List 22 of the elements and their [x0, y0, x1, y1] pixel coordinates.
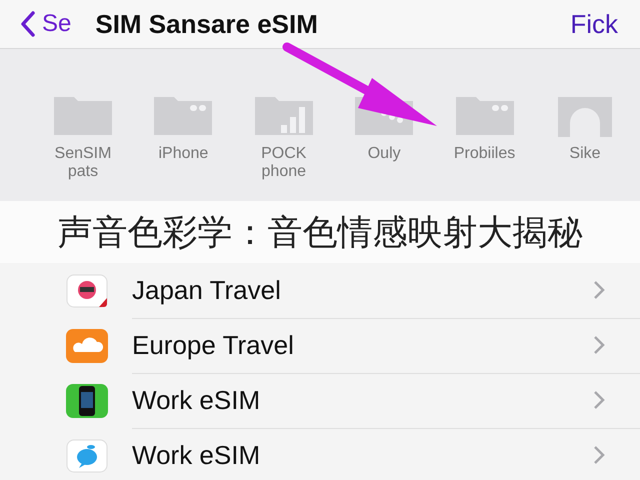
app-icon — [66, 274, 108, 308]
phone-icon — [66, 384, 108, 418]
list-row[interactable]: Work eSIM — [0, 373, 640, 428]
chevron-right-icon — [592, 334, 606, 356]
list-row[interactable]: Work eSIM — [0, 428, 640, 480]
shelf-item[interactable]: Probiiles — [440, 93, 530, 181]
list-row[interactable]: Europe Travel — [0, 318, 640, 373]
chevron-right-icon — [592, 279, 606, 301]
shelf-item[interactable]: SenSIM pats — [38, 93, 128, 181]
back-button[interactable]: Se — [20, 10, 72, 38]
chevron-left-icon — [20, 11, 36, 37]
done-button[interactable]: Fick — [570, 8, 618, 40]
chevron-right-icon — [592, 444, 606, 466]
shelf-item[interactable]: iPhone — [138, 93, 228, 181]
list-row[interactable]: Japan Travel — [0, 263, 640, 318]
screen-title: SIM Sansare eSIM — [95, 8, 319, 40]
chevron-right-icon — [592, 389, 606, 411]
caption-text: 声音色彩学：音色情感映射大揭秘 — [58, 212, 582, 254]
shelf-item[interactable]: POCK phone — [238, 93, 329, 181]
cloud-icon — [66, 328, 108, 362]
shelf-item[interactable]: Sike — [540, 93, 630, 181]
speech-bubble-icon — [66, 438, 108, 472]
